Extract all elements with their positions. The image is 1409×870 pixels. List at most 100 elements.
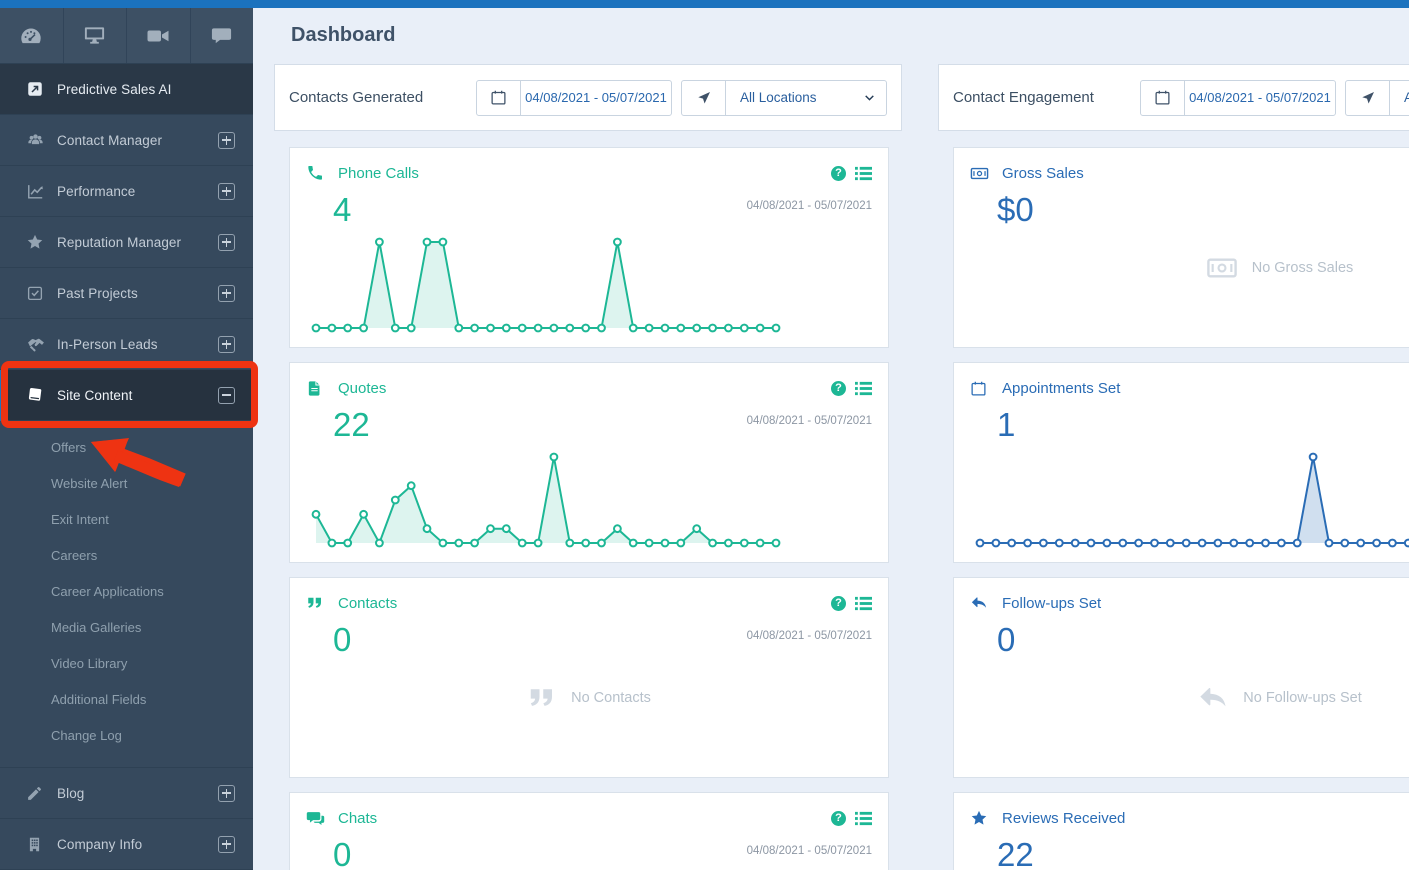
help-icon[interactable] [831,381,846,396]
reply-arrow-icon [970,594,989,612]
site-content-submenu: Offers Website Alert Exit Intent Careers… [0,421,253,768]
video-camera-icon[interactable] [127,8,191,63]
expand-plus-icon[interactable] [218,836,235,853]
star-icon [26,233,44,251]
location-select[interactable]: All Locations [726,81,886,115]
sidebar-subitem-media-galleries[interactable]: Media Galleries [0,609,253,645]
list-view-icon[interactable] [855,380,872,397]
contacts-card: Contacts 0 04/08/2021 - 05/07/2021 No Co… [289,577,889,778]
book-icon [26,386,44,404]
card-title: Chats [338,810,831,827]
sidebar-subitem-careers[interactable]: Careers [0,537,253,573]
help-icon[interactable] [831,166,846,181]
date-range-control: 04/08/2021 - 05/07/2021 [1140,80,1336,116]
help-icon[interactable] [831,596,846,611]
pencil-icon [26,785,44,802]
card-title: Quotes [338,380,831,397]
card-date-range: 04/08/2021 - 05/07/2021 [747,845,872,857]
sidebar-icon-tabs [0,8,253,64]
sidebar-subitem-offers[interactable]: Offers [0,429,253,465]
contact-engagement-panel: Contact Engagement 04/08/2021 - 05/07/20… [938,64,1409,131]
card-title: Follow-ups Set [1002,595,1409,612]
chat-bubble-icon[interactable] [191,8,254,63]
phone-calls-sparkline [311,235,781,335]
money-bill-icon [970,164,989,183]
list-view-icon[interactable] [855,165,872,182]
appointments-set-card: Appointments Set 1 04/08/2021 - 05/07/20… [953,362,1409,563]
line-chart-icon [26,182,44,201]
expand-plus-icon[interactable] [218,132,235,149]
card-date-range: 04/08/2021 - 05/07/2021 [747,200,872,212]
expand-plus-icon[interactable] [218,336,235,353]
location-select-value: All Locations [1404,90,1409,105]
card-value: $0 [997,193,1409,228]
card-title: Phone Calls [338,165,831,182]
expand-plus-icon[interactable] [218,234,235,251]
sidebar-item-site-content[interactable]: Site Content [0,370,253,421]
quotes-card: Quotes 22 04/08/2021 - 05/07/2021 [289,362,889,563]
document-icon [306,380,325,397]
date-range-input[interactable]: 04/08/2021 - 05/07/2021 [1185,81,1335,115]
sidebar-subitem-exit-intent[interactable]: Exit Intent [0,501,253,537]
contacts-generated-panel: Contacts Generated 04/08/2021 - 05/07/20… [274,64,902,131]
card-title: Contacts [338,595,831,612]
calendar-icon[interactable] [477,81,521,115]
location-control: All Locations [681,80,887,116]
list-view-icon[interactable] [855,595,872,612]
sidebar: Predictive Sales AI Contact Manager Perf… [0,8,253,870]
sidebar-item-in-person-leads[interactable]: In-Person Leads [0,319,253,370]
help-icon[interactable] [831,811,846,826]
sidebar-item-label: Performance [57,184,218,199]
sidebar-item-label: Company Info [57,837,218,852]
sidebar-item-performance[interactable]: Performance [0,166,253,217]
empty-state: No Gross Sales [970,228,1409,335]
card-title: Gross Sales [1002,165,1409,182]
sidebar-nav: Predictive Sales AI Contact Manager Perf… [0,64,253,870]
location-select[interactable]: All Locations [1390,81,1409,115]
empty-state-label: No Follow-ups Set [1243,690,1361,706]
collapse-minus-icon[interactable] [218,387,235,404]
gross-sales-card: Gross Sales $0 04/08/2021 - 05/07/2021 N… [953,147,1409,348]
date-range-control: 04/08/2021 - 05/07/2021 [476,80,672,116]
top-accent-bar [0,0,1409,8]
reviews-received-card: Reviews Received 22 04/08/2021 - 05/07/2… [953,792,1409,870]
gauge-icon[interactable] [0,8,64,63]
sidebar-subitem-change-log[interactable]: Change Log [0,717,253,753]
expand-plus-icon[interactable] [218,183,235,200]
sidebar-subitem-website-alert[interactable]: Website Alert [0,465,253,501]
sidebar-item-company-info[interactable]: Company Info [0,819,253,870]
sidebar-item-blog[interactable]: Blog [0,768,253,819]
check-square-icon [26,284,44,302]
trend-launch-icon [26,80,44,98]
sidebar-item-label: Reputation Manager [57,235,218,250]
chat-bubbles-icon [306,809,325,828]
chevron-down-icon [863,91,876,104]
date-range-input[interactable]: 04/08/2021 - 05/07/2021 [521,81,671,115]
expand-plus-icon[interactable] [218,285,235,302]
sidebar-item-label: Past Projects [57,286,218,301]
main-content: Dashboard Contacts Generated 04/08/2021 … [253,8,1409,870]
sidebar-item-reputation-manager[interactable]: Reputation Manager [0,217,253,268]
calendar-icon [970,380,989,397]
location-arrow-icon[interactable] [682,81,726,115]
sidebar-subitem-career-applications[interactable]: Career Applications [0,573,253,609]
panel-title: Contacts Generated [289,89,476,106]
money-bill-icon [1206,252,1238,284]
card-value: 0 [997,623,1409,658]
star-icon [970,809,989,827]
sidebar-subitem-video-library[interactable]: Video Library [0,645,253,681]
list-view-icon[interactable] [855,810,872,827]
phone-icon [306,164,325,182]
expand-plus-icon[interactable] [218,785,235,802]
location-select-value: All Locations [740,90,863,105]
sidebar-subitem-additional-fields[interactable]: Additional Fields [0,681,253,717]
sidebar-item-past-projects[interactable]: Past Projects [0,268,253,319]
desktop-icon[interactable] [64,8,128,63]
calendar-icon[interactable] [1141,81,1185,115]
location-arrow-icon[interactable] [1346,81,1390,115]
chats-card: Chats 0 04/08/2021 - 05/07/2021 [289,792,889,870]
card-date-range: 04/08/2021 - 05/07/2021 [747,630,872,642]
sidebar-item-predictive-sales-ai[interactable]: Predictive Sales AI [0,64,253,115]
empty-state: No Contacts [306,658,872,765]
sidebar-item-contact-manager[interactable]: Contact Manager [0,115,253,166]
